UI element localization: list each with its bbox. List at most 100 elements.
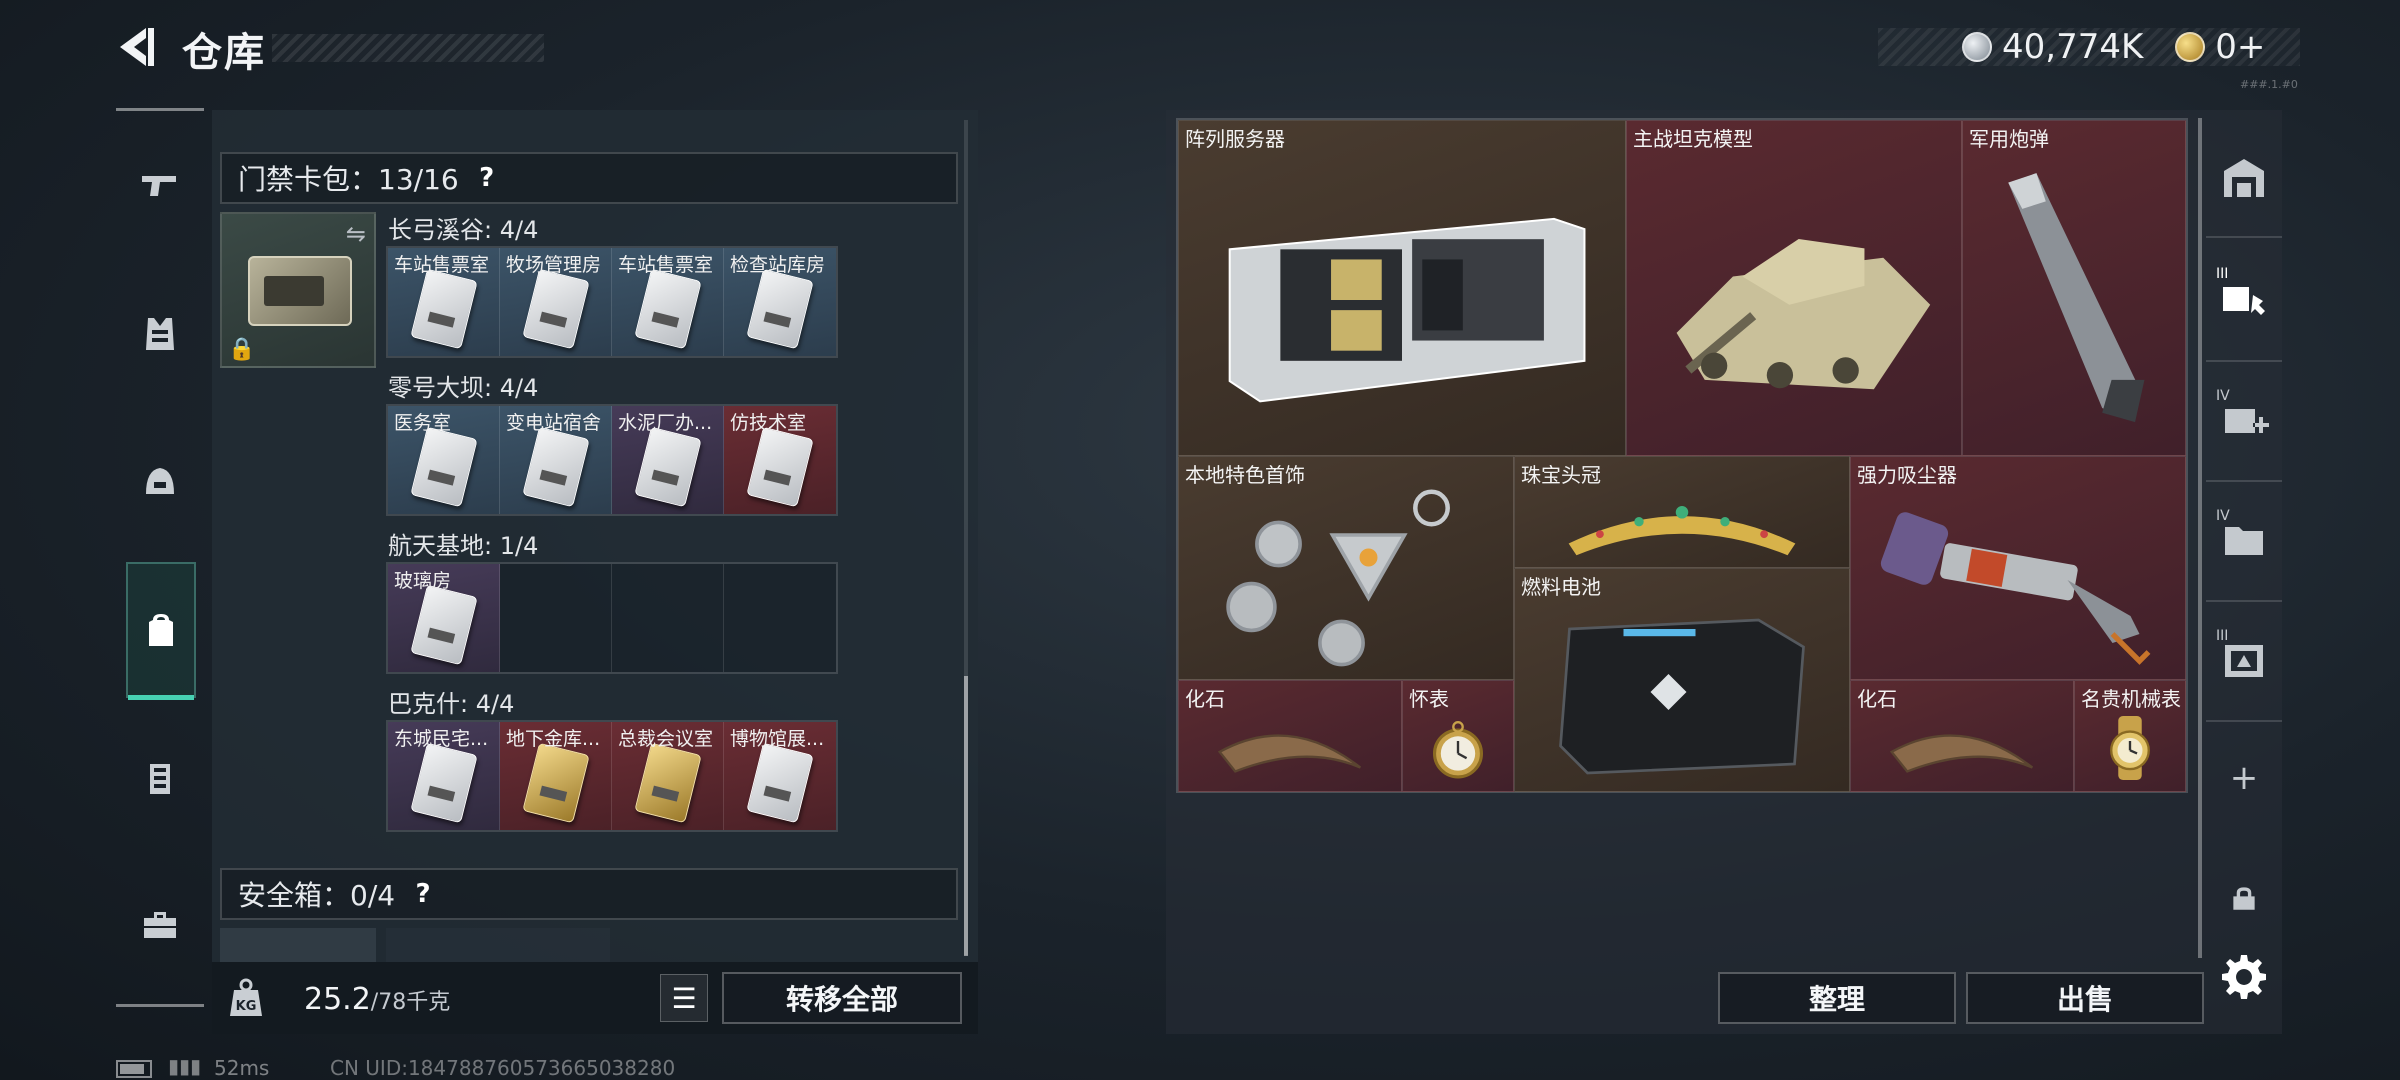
help-icon[interactable]: ? — [469, 160, 505, 196]
lock-stash-button[interactable] — [2214, 868, 2274, 928]
rail-item-toolbox[interactable] — [126, 890, 194, 958]
stash-item-tank[interactable]: 主战坦克模型 — [1626, 120, 1962, 456]
battery-icon — [116, 1060, 152, 1078]
item-name: 怀表 — [1409, 687, 1449, 711]
keycard-case-slot[interactable]: ⇋ 🔒 — [220, 212, 376, 368]
jewelry-icon — [1179, 481, 1513, 679]
stash-item-wristwatch[interactable]: 名贵机械表 — [2074, 680, 2186, 792]
safebox-header-label: 安全箱：0/4 — [238, 879, 396, 912]
keycard-icon — [634, 742, 702, 824]
back-arrow-icon — [120, 28, 154, 66]
stash-item-tiara[interactable]: 珠宝头冠 — [1514, 456, 1850, 568]
keycard-icon — [746, 742, 814, 824]
keycard-name: 医务室 — [394, 412, 452, 434]
keycard-cell[interactable]: 检查站库房 — [724, 248, 836, 356]
stash-item-shell[interactable]: 军用炮弹 — [1962, 120, 2186, 456]
stash-tab-3[interactable]: III — [2214, 266, 2274, 326]
keycard-cell[interactable]: 总裁会议室 — [612, 722, 724, 830]
tier-label: III — [2216, 628, 2229, 644]
keycard-icon — [410, 426, 478, 508]
tank-icon — [1627, 145, 1961, 455]
keycard-name: 仿技术室 — [730, 412, 807, 434]
pocketwatch-icon — [1403, 705, 1513, 791]
stash-item-battery[interactable]: 燃料电池 — [1514, 568, 1850, 792]
safebox-header: 安全箱：0/4 ? — [220, 868, 958, 920]
keycard-icon — [522, 742, 590, 824]
sell-button[interactable]: 出售 — [1966, 972, 2204, 1024]
tool-divider — [2206, 480, 2282, 482]
wristwatch-icon — [2075, 705, 2185, 791]
tiara-icon — [1515, 481, 1849, 567]
item-name: 主战坦克模型 — [1633, 127, 1753, 151]
rail-divider-bottom — [116, 1004, 204, 1007]
tool-divider — [2206, 236, 2282, 238]
helmet-icon — [146, 468, 174, 494]
keycard-cell[interactable]: 仿技术室 — [724, 406, 836, 514]
tool-divider — [2206, 600, 2282, 602]
back-button[interactable] — [112, 22, 162, 72]
lock-icon: 🔒 — [228, 337, 256, 362]
safebox-slot-partial[interactable] — [220, 928, 376, 962]
sort-button[interactable]: 整理 — [1718, 972, 1956, 1024]
gear-icon — [2222, 955, 2266, 999]
tier-label: IV — [2216, 388, 2230, 404]
transfer-all-button[interactable]: 转移全部 — [722, 972, 962, 1024]
swap-icon[interactable]: ⇋ — [346, 220, 366, 248]
keycard-cell[interactable]: 变电站宿舍 — [500, 406, 612, 514]
stash-item-vacuum[interactable]: 强力吸尘器 — [1850, 456, 2186, 680]
stash-scrollbar[interactable] — [2198, 118, 2202, 958]
help-icon[interactable]: ? — [405, 876, 441, 912]
rail-item-helmets[interactable] — [126, 448, 194, 516]
shell-icon — [1963, 145, 2185, 455]
item-name: 本地特色首饰 — [1185, 463, 1305, 487]
rail-item-chest-rig[interactable] — [126, 744, 194, 812]
warehouse-icon — [2224, 159, 2264, 197]
stash-item-pocketwatch[interactable]: 怀表 — [1402, 680, 1514, 792]
keycard-cell[interactable]: 牧场管理房 — [500, 248, 612, 356]
keycard-cell[interactable]: 医务室 — [388, 406, 500, 514]
silver-amount: 40,774K — [2002, 27, 2144, 67]
keycard-name: 地下金库... — [506, 728, 601, 750]
list-view-button[interactable]: ☰ — [660, 974, 708, 1022]
stash-item-jewelry[interactable]: 本地特色首饰 — [1178, 456, 1514, 680]
empty-keycard-slot — [724, 564, 836, 672]
settings-button[interactable] — [2214, 946, 2274, 1006]
rail-item-armor[interactable] — [126, 300, 194, 368]
keycard-row: 医务室 变电站宿舍 水泥厂办... 仿技术室 — [386, 404, 838, 516]
keycard-cell[interactable]: 车站售票室 — [612, 248, 724, 356]
rail-item-backpack[interactable] — [126, 562, 196, 700]
stash-tab-main[interactable] — [2214, 148, 2274, 208]
signal-icon: ▮▮▮ — [168, 1054, 202, 1078]
keycard-cell[interactable]: 博物馆展... — [724, 722, 836, 830]
keycard-cell[interactable]: 地下金库... — [500, 722, 612, 830]
safebox-grid-partial — [386, 928, 610, 962]
keycard-cell[interactable]: 水泥厂办... — [612, 406, 724, 514]
keycard-name: 检查站库房 — [730, 254, 826, 276]
stash-tab-3b[interactable]: III — [2214, 628, 2274, 688]
empty-keycard-slot — [500, 564, 612, 672]
rail-item-weapons[interactable] — [126, 152, 194, 220]
gold-amount: 0+ — [2215, 27, 2266, 67]
stash-tab-4a[interactable]: IV — [2214, 388, 2274, 448]
keycard-name: 东城民宅... — [394, 728, 489, 750]
tier-label: IV — [2216, 508, 2230, 524]
keycard-cell[interactable]: 东城民宅... — [388, 722, 500, 830]
battery-icon — [1515, 593, 1849, 791]
add-stash-button[interactable]: + — [2214, 748, 2274, 808]
item-name: 军用炮弹 — [1969, 127, 2049, 151]
keycard-group-label: 长弓溪谷: 4/4 — [388, 216, 539, 244]
keycard-cell[interactable]: 车站售票室 — [388, 248, 500, 356]
keycard-name: 总裁会议室 — [618, 728, 714, 750]
gold-coin-icon[interactable] — [2175, 32, 2206, 62]
keycard-cell[interactable]: 玻璃房 — [388, 564, 500, 672]
keycard-name: 车站售票室 — [394, 254, 490, 276]
stash-item-fossil[interactable]: 化石 — [1178, 680, 1402, 792]
uid-readout: CN UID:1847887605736650382​80 — [330, 1056, 676, 1080]
stash-item-server[interactable]: 阵列服务器 — [1178, 120, 1626, 456]
keycard-icon — [634, 268, 702, 350]
stash-item-fossil[interactable]: 化石 — [1850, 680, 2074, 792]
weight-max: /78千克 — [370, 990, 451, 1015]
server-icon — [1179, 145, 1625, 455]
stash-tab-4b[interactable]: IV — [2214, 508, 2274, 568]
panel-scrollbar-thumb[interactable] — [964, 676, 968, 956]
